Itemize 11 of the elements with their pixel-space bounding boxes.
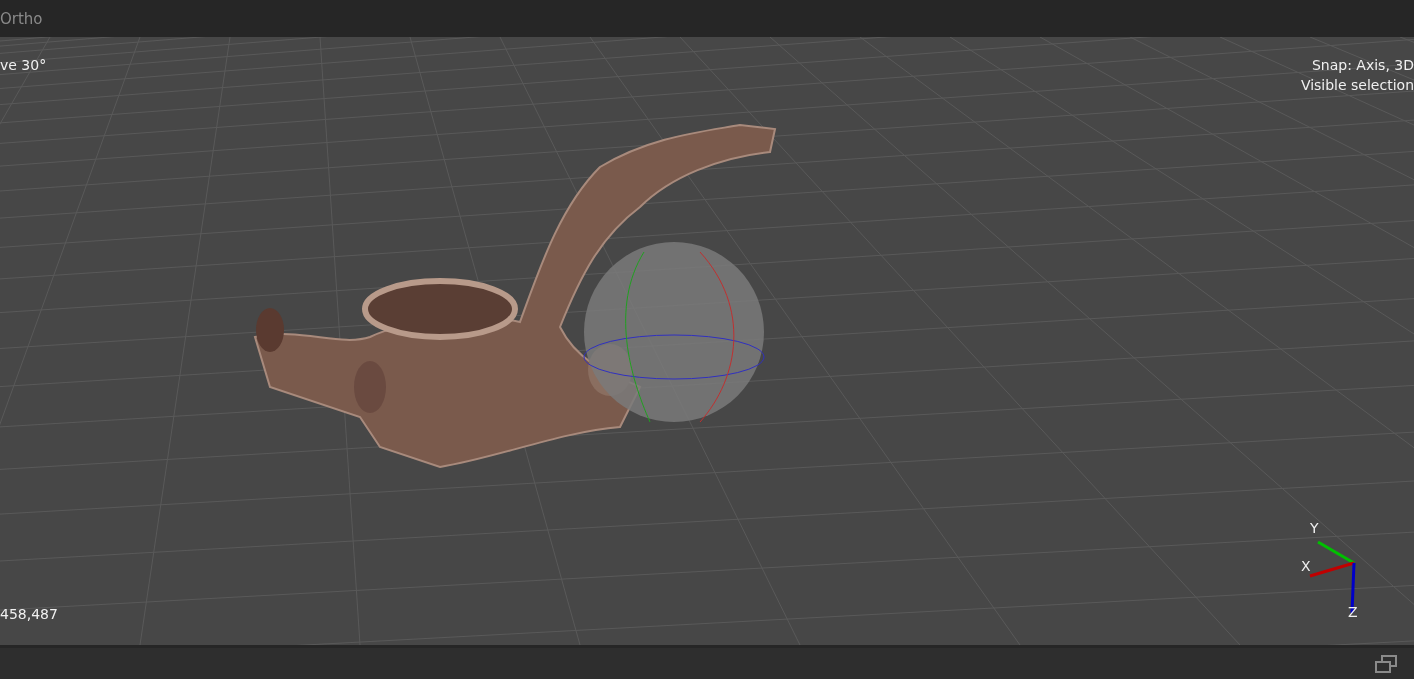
axis-label: X [1301, 558, 1311, 574]
projection-label: ve 30° [0, 57, 47, 73]
point-count: 458,487 [0, 606, 58, 622]
3d-viewport[interactable]: Y X Z ve 30° Snap: Axis, 3D Visible selection 458,487 [0, 37, 1414, 645]
snap-status: Snap: Axis, 3D [1311, 57, 1414, 73]
view-mode-label: Ortho [0, 9, 43, 28]
axis-label: Y [1310, 520, 1319, 536]
restore-window-icon[interactable] [1374, 654, 1398, 673]
axis-label: Z [1348, 604, 1358, 620]
rotation-sphere[interactable] [583, 242, 765, 423]
selection-mode: Visible selection [1300, 77, 1414, 93]
